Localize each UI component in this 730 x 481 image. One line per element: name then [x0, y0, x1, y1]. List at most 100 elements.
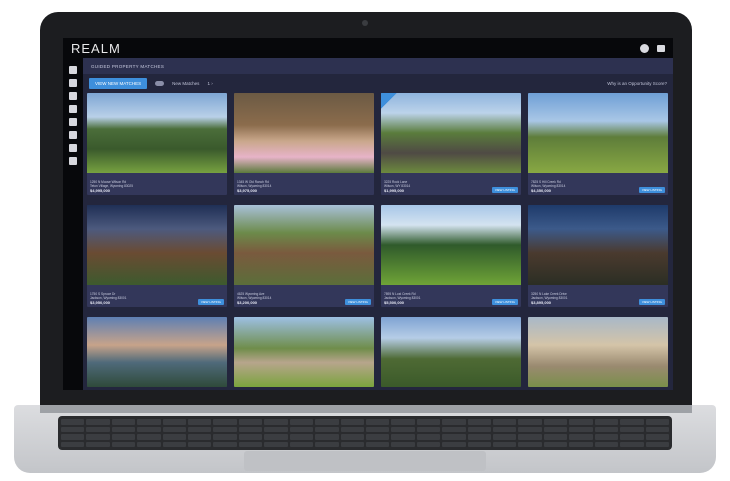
document-icon[interactable] [69, 92, 77, 100]
keyboard-key [86, 426, 110, 432]
listing-card[interactable] [528, 317, 668, 387]
page-title: GUIDED PROPERTY MATCHES [91, 63, 165, 69]
keyboard-key [391, 434, 415, 440]
keyboard-key [365, 426, 390, 432]
listing-photo[interactable] [234, 93, 374, 173]
keyboard-key [467, 434, 492, 440]
new-matches-toggle[interactable] [155, 80, 165, 86]
keyboard-key [543, 441, 568, 447]
keyboard-key [238, 441, 263, 447]
view-listing-button[interactable]: VIEW LISTING [638, 299, 665, 305]
keyboard-key [162, 419, 187, 425]
keyboard-key [340, 419, 364, 425]
keyboard-key [543, 419, 568, 425]
keyboard-key [493, 434, 517, 440]
keyboard-key [188, 419, 212, 425]
keyboard-key [569, 441, 593, 447]
listing-card[interactable]: 1750 S Spruce Dr Jackson, Wyoming 83001 $… [87, 205, 227, 307]
listing-price: $4,995,000 [90, 188, 111, 193]
keyboard-key [315, 419, 339, 425]
keyboard-key [315, 441, 339, 447]
keyboard-key [442, 434, 466, 440]
keyboard-key [416, 441, 441, 447]
keyboard-key [238, 434, 263, 440]
keyboard-key [213, 434, 237, 440]
keyboard-key [289, 419, 314, 425]
view-listing-button[interactable]: VIEW LISTING [344, 299, 371, 305]
globe-icon[interactable] [69, 131, 77, 139]
keyboard-key [365, 434, 390, 440]
tags-icon[interactable] [69, 105, 77, 113]
main-content: GUIDED PROPERTY MATCHES VIEW NEW MATCHES… [83, 58, 673, 390]
keyboard-key [518, 434, 542, 440]
keyboard-key [264, 426, 288, 432]
listing-address: 4625 Wyoming Ave Wilson, Wyoming 83014 [237, 292, 272, 300]
keyboard-key [264, 419, 288, 425]
keyboard-key [645, 441, 669, 447]
listing-card[interactable]: 7825 S Hill Creek Rd Wilson, Wyoming 830… [528, 93, 668, 195]
listing-card[interactable]: 1250 N Moose Wilson Rd Teton Village, Wy… [87, 93, 227, 195]
home-icon[interactable] [69, 66, 77, 74]
listing-card[interactable]: 7895 N Lost Creek Rd Jackson, Wyoming 83… [381, 205, 521, 307]
settings-icon[interactable] [69, 79, 77, 87]
help-link[interactable]: Why is an Opportunity Score? [607, 81, 667, 86]
listing-photo[interactable] [381, 317, 521, 387]
listing-card[interactable] [234, 317, 374, 387]
keyboard-key [620, 441, 644, 447]
listing-photo[interactable] [528, 205, 668, 285]
listing-card[interactable]: 3250 N Lake Creek Drive Jackson, Wyoming… [528, 205, 668, 307]
add-user-icon[interactable] [69, 157, 77, 165]
keyboard-key [416, 419, 441, 425]
app-logo[interactable]: REALM [71, 41, 121, 56]
trackpad [244, 451, 486, 471]
listing-price: $3,975,000 [237, 188, 258, 193]
view-listing-button[interactable]: VIEW LISTING [638, 187, 665, 193]
listing-photo[interactable] [381, 93, 521, 173]
listing-price: $1,995,000 [384, 188, 405, 193]
view-new-matches-button[interactable]: VIEW NEW MATCHES [89, 77, 148, 89]
keyboard-key [162, 426, 187, 432]
listing-photo[interactable] [234, 205, 374, 285]
listing-card[interactable]: 3225 Rock Lane Wilson, WY 83014 $1,995,00… [381, 93, 521, 195]
listing-address: 3250 N Lake Creek Drive Jackson, Wyoming… [531, 292, 568, 300]
listing-card[interactable]: 1345 W Old Ranch Rd Wilson, Wyoming 8301… [234, 93, 374, 195]
keyboard-key [518, 426, 542, 432]
view-listing-button[interactable]: VIEW LISTING [197, 299, 224, 305]
listing-card[interactable] [381, 317, 521, 387]
controls-bar: VIEW NEW MATCHES New Matches 1 › Why is … [83, 74, 673, 92]
listing-photo[interactable] [87, 317, 227, 387]
keyboard-key [518, 419, 542, 425]
listing-price: $3,200,000 [237, 300, 258, 305]
listing-photo[interactable] [87, 205, 227, 285]
keyboard-key [493, 426, 517, 432]
view-listing-button[interactable]: VIEW LISTING [491, 299, 518, 305]
listing-card[interactable]: 4625 Wyoming Ave Wilson, Wyoming 83014 $3… [234, 205, 374, 307]
keyboard-key [86, 434, 110, 440]
listing-photo[interactable] [528, 93, 668, 173]
listing-photo[interactable] [381, 205, 521, 285]
user-avatar-icon[interactable] [640, 43, 649, 53]
mail-icon[interactable] [69, 144, 77, 152]
keyboard-key [620, 426, 644, 432]
keyboard-key [188, 441, 212, 447]
keyboard-key [569, 434, 593, 440]
chat-icon[interactable] [657, 44, 665, 52]
listing-price: $3,950,000 [90, 300, 111, 305]
listing-address: 7825 S Hill Creek Rd Wilson, Wyoming 830… [531, 180, 566, 188]
page-indicator[interactable]: 1 › [207, 81, 212, 86]
listing-price: $4,350,000 [531, 188, 552, 193]
view-listing-button[interactable]: VIEW LISTING [491, 187, 518, 193]
keyboard-key [467, 426, 492, 432]
listing-photo[interactable] [528, 317, 668, 387]
listing-photo[interactable] [234, 317, 374, 387]
listing-card[interactable] [87, 317, 227, 387]
users-icon[interactable] [69, 118, 77, 126]
toggle-label: New Matches [172, 80, 200, 86]
listing-address: 7895 N Lost Creek Rd Jackson, Wyoming 83… [384, 292, 421, 300]
keyboard-key [645, 434, 669, 440]
keyboard-key [264, 434, 288, 440]
keyboard-key [416, 426, 441, 432]
listing-photo[interactable] [87, 93, 227, 173]
keyboard-key [365, 441, 390, 447]
keyboard-key [493, 419, 517, 425]
